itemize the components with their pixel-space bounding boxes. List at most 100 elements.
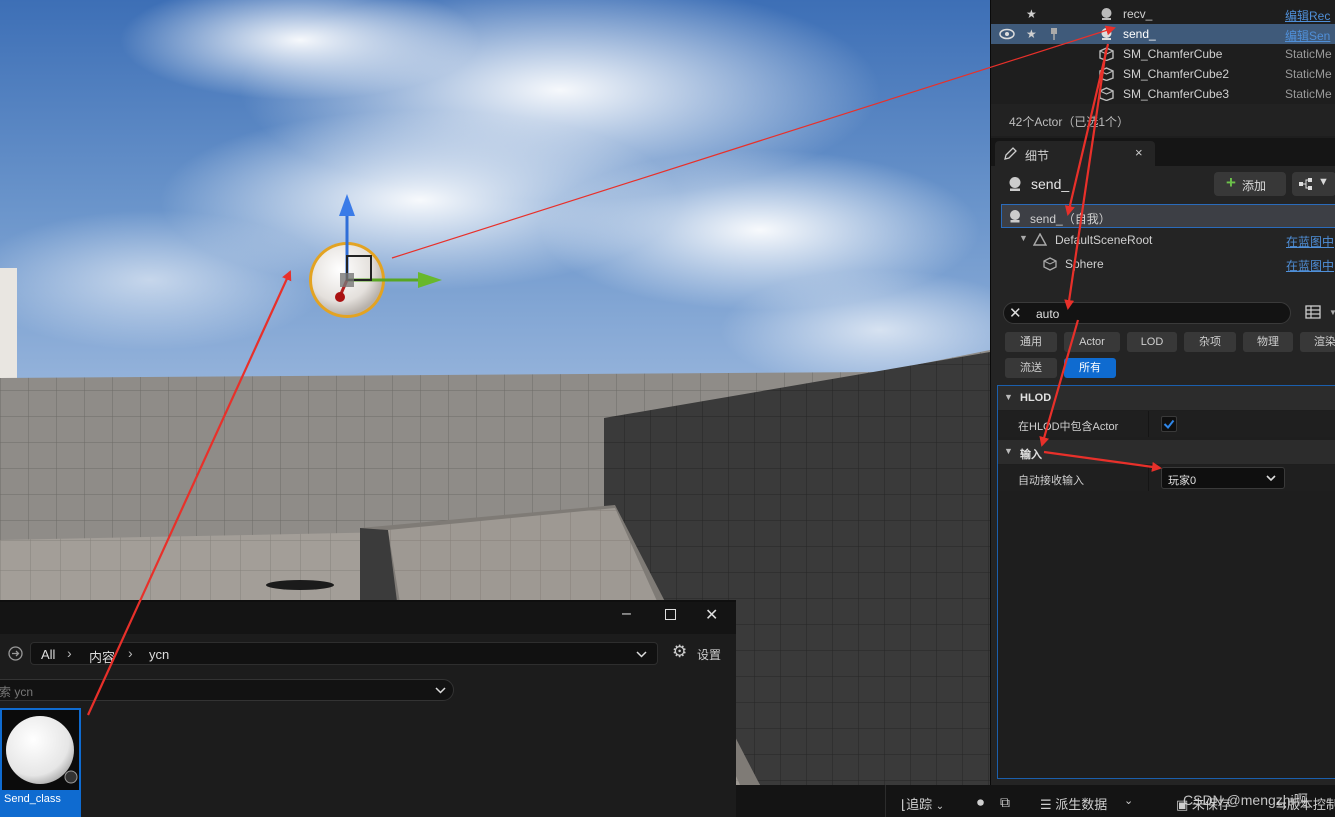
checkmark-icon — [1163, 419, 1175, 430]
asset-thumbnail — [2, 710, 79, 790]
outliner-row-send[interactable]: ★ send_ 编辑Sen — [991, 24, 1335, 44]
filter-misc[interactable]: 杂项 — [1184, 332, 1236, 352]
chevron-down-icon: ⌄ — [935, 801, 945, 812]
trace-label: 追踪 — [906, 797, 933, 812]
chevron-down-icon — [1266, 475, 1276, 482]
scene-component-icon — [1033, 233, 1047, 246]
outliner-row-name: SM_ChamferCube — [1123, 47, 1223, 61]
outliner-row-name: SM_ChamferCube3 — [1123, 87, 1230, 101]
table-view-icon[interactable] — [1305, 305, 1321, 319]
star-icon[interactable]: ★ — [1026, 7, 1037, 21]
pin-icon[interactable] — [1049, 27, 1059, 41]
chevron-down-icon[interactable] — [636, 651, 647, 658]
actor-icon — [1101, 28, 1112, 40]
asset-search-input[interactable]: 索 ycn — [0, 679, 454, 701]
actor-name: send_ — [1031, 176, 1070, 192]
chevron-right-icon[interactable]: › — [128, 645, 133, 661]
breadcrumb-content[interactable]: 内容 — [89, 647, 115, 666]
outliner-row-name: send_ — [1123, 27, 1156, 41]
sphere-thumbnail-icon — [6, 716, 78, 784]
actor-icon — [1009, 177, 1021, 191]
search-value: auto — [1036, 307, 1060, 321]
edit-blueprint-link[interactable]: 编辑Rec — [1285, 7, 1330, 24]
chevron-down-icon[interactable] — [435, 687, 446, 694]
prop-row-include-in-hlod: 在HLOD中包含Actor — [998, 411, 1335, 437]
database-icon: ☰ — [1040, 797, 1052, 812]
section-input-header[interactable]: ▼ 输入 — [998, 440, 1335, 464]
component-row-defaultsceneroot[interactable]: ▼ DefaultSceneRoot 在蓝图中 — [1001, 228, 1335, 252]
outliner-row-name: SM_ChamferCube2 — [1123, 67, 1230, 81]
filter-lod[interactable]: LOD — [1127, 332, 1177, 352]
asset-tile-send-class[interactable]: Send_class — [0, 708, 81, 817]
filter-physics[interactable]: 物理 — [1243, 332, 1293, 352]
star-icon[interactable]: ★ — [1026, 27, 1037, 41]
minimize-icon[interactable]: – — [622, 605, 631, 623]
filter-all[interactable]: 所有 — [1064, 358, 1116, 378]
derived-data-button[interactable]: ☰ 派生数据 — [1040, 794, 1107, 813]
screenshot-icon[interactable]: ⧉ — [1000, 794, 1010, 811]
component-row-self[interactable]: send_（自我） — [1001, 204, 1335, 228]
add-component-button[interactable]: + 添加 — [1214, 172, 1286, 196]
derived-data-label: 派生数据 — [1055, 797, 1108, 812]
outliner-row-chamfercube3[interactable]: SM_ChamferCube3 StaticMe — [991, 84, 1335, 104]
actor-type-label: StaticMe — [1285, 67, 1332, 81]
prop-row-auto-receive-input: 自动接收输入 玩家0 — [998, 465, 1335, 491]
section-hlod-header[interactable]: ▼ HLOD — [998, 386, 1335, 410]
actor-icon — [1010, 210, 1020, 223]
trace-button[interactable]: ⌊追踪 ⌄ — [901, 794, 944, 813]
blueprint-options-button[interactable]: ▼ — [1292, 172, 1335, 196]
edit-blueprint-link[interactable]: 编辑Sen — [1285, 27, 1330, 44]
edit-in-blueprint-link[interactable]: 在蓝图中 — [1286, 257, 1334, 274]
close-icon[interactable]: ✕ — [705, 605, 718, 625]
path-bar: All › 内容 › ycn ⚙ 设置 — [0, 636, 736, 670]
edit-in-blueprint-link[interactable]: 在蓝图中 — [1286, 233, 1334, 250]
breadcrumb-ycn[interactable]: ycn — [149, 647, 169, 662]
chevron-down-icon[interactable]: ▼ — [1329, 308, 1335, 317]
settings-button[interactable]: ⚙ 设置 — [672, 642, 736, 663]
expand-arrow-icon[interactable]: ▼ — [1019, 233, 1028, 243]
static-mesh-icon — [1099, 67, 1114, 81]
collapse-arrow-icon[interactable]: ▼ — [1004, 446, 1013, 456]
plus-icon: + — [1226, 173, 1236, 192]
actor-type-label: StaticMe — [1285, 47, 1332, 61]
component-name: Sphere — [1065, 257, 1104, 271]
details-tabbar: 细节 × — [991, 138, 1335, 167]
collapse-arrow-icon[interactable]: ▼ — [1004, 392, 1013, 402]
maximize-icon[interactable] — [665, 609, 676, 620]
static-mesh-icon — [1099, 87, 1114, 101]
details-search-input[interactable]: ✕ auto — [1003, 302, 1291, 324]
clear-search-icon[interactable]: ✕ — [1009, 304, 1022, 322]
history-forward-icon[interactable] — [8, 646, 23, 661]
tab-details[interactable]: 细节 × — [995, 141, 1155, 167]
close-icon[interactable]: × — [1135, 145, 1143, 160]
breadcrumb-all[interactable]: All — [41, 647, 55, 662]
outliner-row-name: recv_ — [1123, 7, 1153, 21]
filter-actor[interactable]: Actor — [1064, 332, 1120, 352]
outliner-row-recv[interactable]: ★ recv_ 编辑Rec — [991, 4, 1335, 24]
chevron-right-icon[interactable]: › — [67, 645, 72, 661]
settings-label: 设置 — [697, 648, 722, 662]
actor-count: 42个Actor（已选1个） — [1009, 115, 1130, 129]
component-name: send_（自我） — [1030, 212, 1111, 226]
record-icon[interactable]: ⏺ — [977, 794, 984, 811]
eye-icon[interactable] — [999, 28, 1015, 40]
hierarchy-icon — [1299, 178, 1312, 190]
actor-type-label: StaticMe — [1285, 87, 1332, 101]
dropdown-value: 玩家0 — [1168, 475, 1197, 487]
filter-streaming[interactable]: 流送 — [1005, 358, 1057, 378]
section-title: 输入 — [1020, 449, 1042, 461]
static-mesh-icon — [1043, 257, 1057, 271]
gear-icon: ⚙ — [672, 642, 688, 661]
content-browser-titlebar: – ✕ — [0, 602, 736, 634]
filter-rendering[interactable]: 渲染 — [1300, 332, 1335, 352]
prop-label: 在HLOD中包含Actor — [1018, 421, 1119, 433]
prop-label: 自动接收输入 — [1018, 475, 1084, 487]
auto-receive-input-dropdown[interactable]: 玩家0 — [1161, 467, 1285, 489]
component-row-sphere[interactable]: Sphere 在蓝图中 — [1001, 252, 1335, 276]
chevron-down-icon[interactable]: ⌄ — [1124, 794, 1133, 807]
include-in-hlod-checkbox[interactable] — [1161, 416, 1177, 432]
filter-general[interactable]: 通用 — [1005, 332, 1057, 352]
outliner-row-chamfercube2[interactable]: SM_ChamferCube2 StaticMe — [991, 64, 1335, 84]
outliner-row-chamfercube[interactable]: SM_ChamferCube StaticMe — [991, 44, 1335, 64]
actor-icon — [1101, 8, 1112, 20]
